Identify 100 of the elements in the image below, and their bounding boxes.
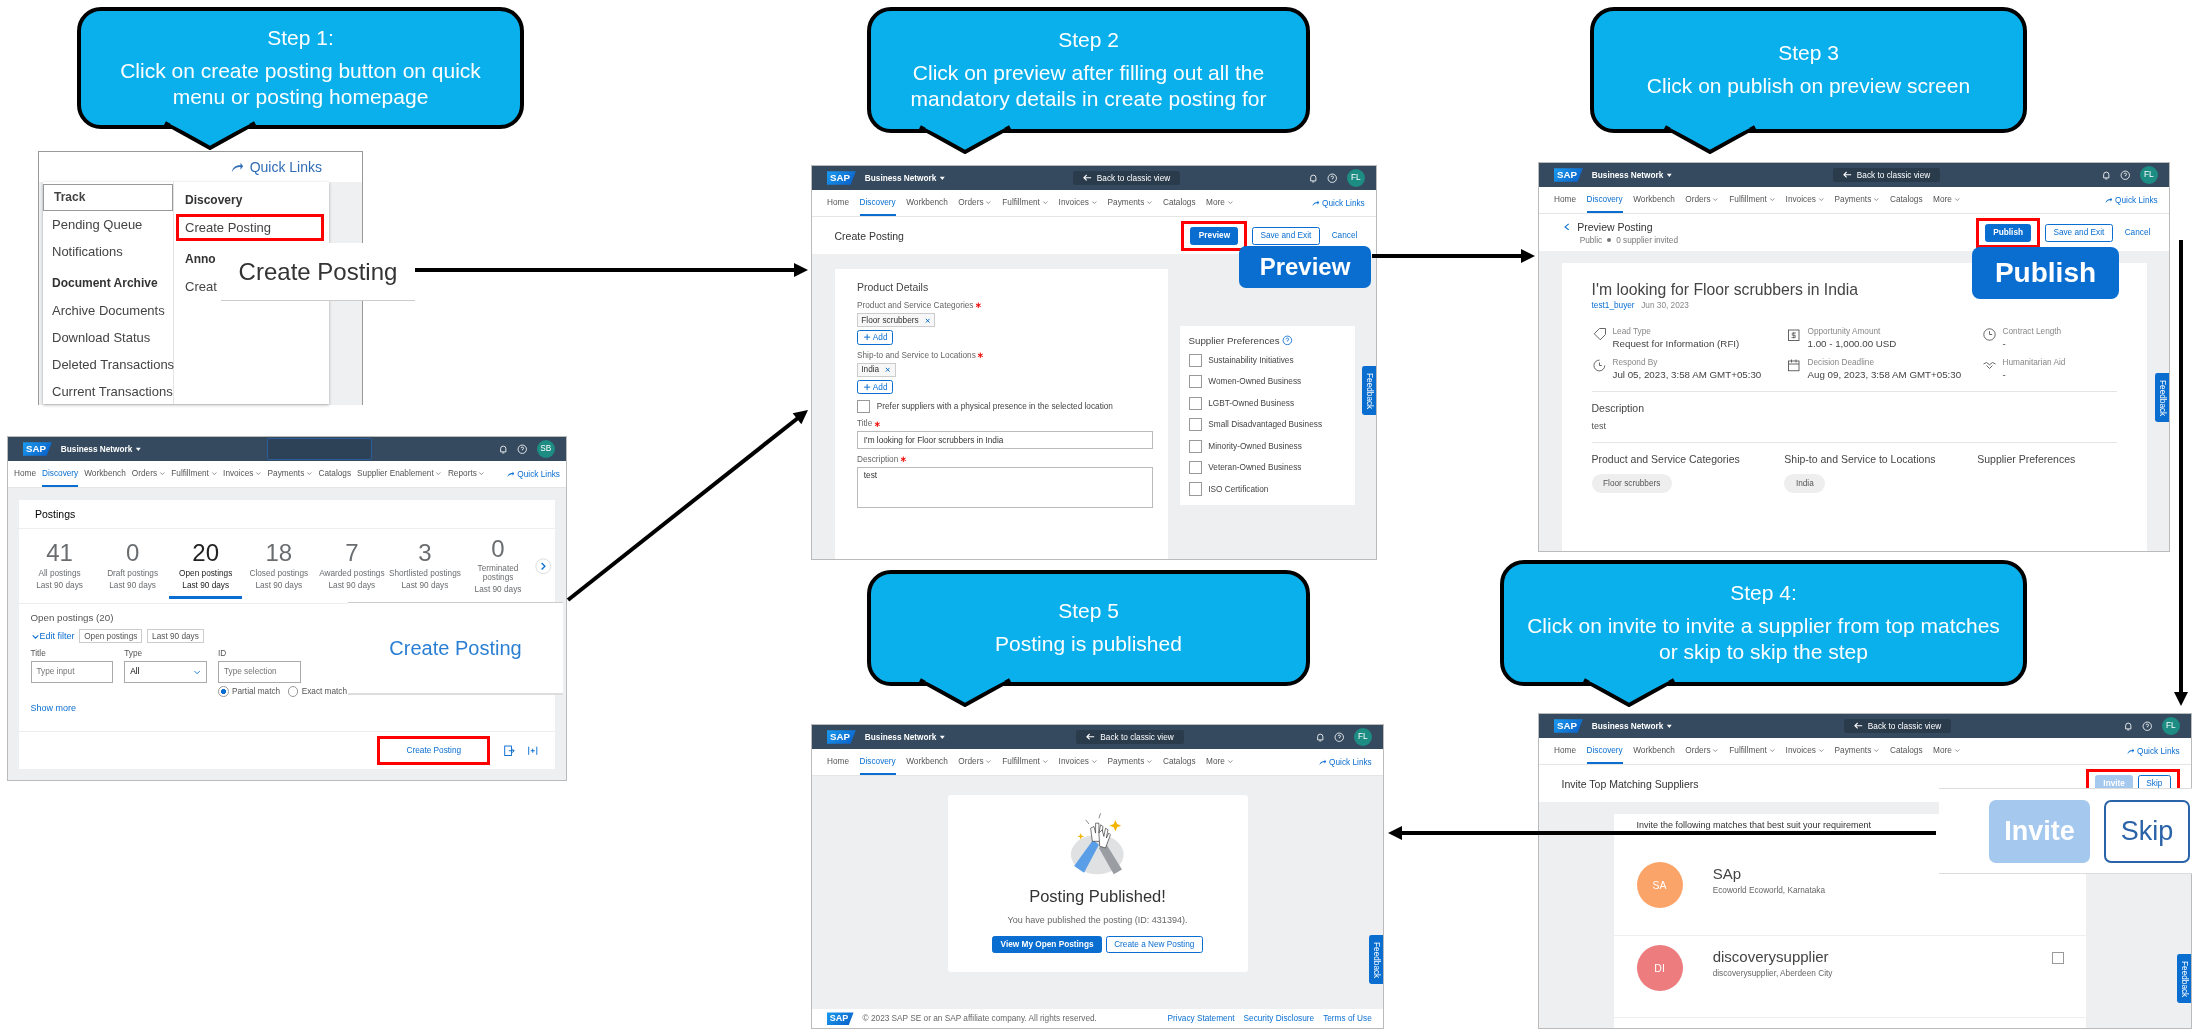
back-button[interactable]: Back to classic view: [1843, 719, 1952, 733]
nav-tab[interactable]: Fulfillment: [1002, 749, 1049, 776]
quick-links-link[interactable]: Quick Links: [505, 461, 560, 488]
nav-tab[interactable]: Supplier Enablement: [357, 461, 442, 488]
stat-tile[interactable]: 0 Draft postings Last 90 days: [96, 533, 170, 599]
nav-tab[interactable]: Fulfillment: [171, 461, 218, 488]
add-button[interactable]: Add: [857, 379, 894, 395]
text-area[interactable]: test: [857, 467, 1154, 509]
menu-item[interactable]: Deleted Transactions: [43, 351, 184, 378]
nav-tab[interactable]: Workbench: [906, 190, 948, 217]
nav-tab[interactable]: Home: [1554, 738, 1576, 765]
bell-icon[interactable]: [1307, 172, 1319, 184]
nav-tab[interactable]: Payments: [267, 461, 313, 488]
nav-tab[interactable]: Invoices: [1785, 187, 1825, 214]
create-posting-button[interactable]: Create Posting: [399, 742, 469, 759]
next-icon[interactable]: [534, 558, 552, 575]
nav-tab[interactable]: Invoices: [1785, 738, 1825, 765]
nav-tab[interactable]: More: [1933, 738, 1961, 765]
feedback-tab[interactable]: Feedback: [2177, 954, 2191, 1004]
menu-item[interactable]: Download Status: [43, 324, 160, 351]
input-field[interactable]: Type input: [30, 661, 113, 683]
stat-tile[interactable]: 18 Closed postings Last 90 days: [242, 533, 316, 599]
menu-item[interactable]: Pending Queue: [43, 211, 152, 238]
token[interactable]: Floor scrubbers: [857, 313, 936, 328]
nav-tab[interactable]: Home: [827, 749, 849, 776]
nav-tab[interactable]: Workbench: [906, 749, 948, 776]
nav-tab[interactable]: Payments: [1107, 190, 1153, 217]
user-avatar[interactable]: FL: [2139, 165, 2158, 185]
action-button[interactable]: View My Open Postings: [992, 935, 1102, 954]
action-button[interactable]: Preview: [1190, 227, 1239, 245]
nav-tab[interactable]: Discovery: [859, 749, 896, 776]
nav-tab[interactable]: Payments: [1107, 749, 1153, 776]
back-button[interactable]: Back to classic view: [1072, 171, 1181, 185]
footer-link[interactable]: Terms of Use: [1323, 1014, 1372, 1024]
back-button[interactable]: Back to classic view: [1076, 730, 1184, 744]
nav-tab[interactable]: Reports: [447, 461, 486, 488]
stat-tile[interactable]: 41 All postings Last 90 days: [23, 533, 97, 599]
menu-tab[interactable]: Track: [43, 184, 173, 211]
nav-tab[interactable]: More: [1206, 749, 1234, 776]
radio-option[interactable]: Exact match: [287, 686, 348, 698]
back-icon[interactable]: [1561, 221, 1572, 232]
nav-tab[interactable]: Orders: [958, 190, 992, 217]
help-icon[interactable]: [1282, 334, 1294, 346]
menu-item[interactable]: Notifications: [43, 238, 132, 265]
nav-tab[interactable]: Fulfillment: [1002, 190, 1049, 217]
quick-links-link[interactable]: Quick Links: [2125, 738, 2180, 765]
bell-icon[interactable]: [497, 443, 509, 455]
add-button[interactable]: Add: [857, 330, 894, 345]
bell-icon[interactable]: [1314, 731, 1326, 743]
footer-link[interactable]: Security Disclosure: [1243, 1014, 1315, 1024]
nav-tab[interactable]: Invoices: [223, 461, 262, 488]
menu-item[interactable]: Create Posting: [176, 214, 324, 241]
bell-icon[interactable]: [2100, 169, 2112, 181]
nav-tab[interactable]: Orders: [958, 749, 992, 776]
nav-tab[interactable]: Workbench: [1633, 187, 1675, 214]
stat-tile[interactable]: 7 Awarded postings Last 90 days: [315, 533, 389, 599]
nav-tab[interactable]: Payments: [1834, 187, 1880, 214]
checkbox-option[interactable]: Minority-Owned Business: [1188, 439, 1346, 453]
feedback-tab[interactable]: Feedback: [1362, 366, 1376, 416]
nav-tab[interactable]: More: [1933, 187, 1961, 214]
nav-tab[interactable]: Fulfillment: [1729, 187, 1776, 214]
quick-links-link[interactable]: Quick Links: [1310, 190, 1365, 217]
checkbox-option[interactable]: LGBT-Owned Business: [1188, 396, 1346, 410]
input-field[interactable]: I'm looking for Floor scrubbers in India: [857, 431, 1154, 450]
nav-tab[interactable]: Invoices: [1058, 190, 1098, 217]
nav-tab[interactable]: Catalogs: [318, 461, 352, 488]
product-menu[interactable]: Business Network: [1591, 170, 1673, 180]
checkbox-option[interactable]: Small Disadvantaged Business: [1188, 418, 1346, 432]
checkbox-option[interactable]: ISO Certification: [1188, 482, 1346, 496]
nav-tab[interactable]: Catalogs: [1890, 187, 1923, 214]
filter-chip[interactable]: Last 90 days: [146, 628, 204, 644]
nav-tab[interactable]: Catalogs: [1163, 749, 1196, 776]
nav-tab[interactable]: Home: [1554, 187, 1576, 214]
product-menu[interactable]: Business Network: [1591, 721, 1673, 731]
feedback-tab[interactable]: Feedback: [1369, 935, 1383, 985]
filter-chip[interactable]: Open postings: [79, 628, 143, 644]
product-menu[interactable]: Business Network: [864, 173, 946, 183]
menu-item[interactable]: Archive Documents: [43, 297, 174, 324]
checkbox-option[interactable]: Women-Owned Business: [1188, 375, 1346, 389]
select-field[interactable]: All: [124, 661, 207, 683]
action-button[interactable]: Create a New Posting: [1105, 935, 1203, 954]
input-field[interactable]: Type selection: [218, 661, 301, 683]
back-button[interactable]: Back to classic view: [1832, 168, 1941, 182]
nav-tab[interactable]: Home: [14, 461, 36, 488]
show-more-link[interactable]: Show more: [30, 703, 77, 714]
action-button[interactable]: Save and Exit: [2044, 224, 2113, 242]
action-button[interactable]: Publish: [1984, 224, 2032, 242]
author-link[interactable]: test1_buyer: [1591, 301, 1635, 311]
nav-tab[interactable]: Discovery: [42, 461, 79, 488]
export-icon[interactable]: [501, 743, 515, 758]
nav-tab[interactable]: Orders: [1685, 187, 1719, 214]
feedback-tab[interactable]: Feedback: [2155, 373, 2169, 423]
user-avatar[interactable]: FL: [2161, 716, 2180, 736]
menu-item[interactable]: Current Transactions: [43, 378, 182, 405]
user-avatar[interactable]: SB: [536, 439, 555, 459]
action-button[interactable]: Cancel: [2117, 225, 2158, 241]
quick-links-link[interactable]: Quick Links: [1317, 749, 1372, 776]
nav-tab[interactable]: Catalogs: [1890, 738, 1923, 765]
footer-link[interactable]: Privacy Statement: [1167, 1014, 1235, 1024]
edit-filter-link[interactable]: Edit filter: [30, 631, 75, 641]
